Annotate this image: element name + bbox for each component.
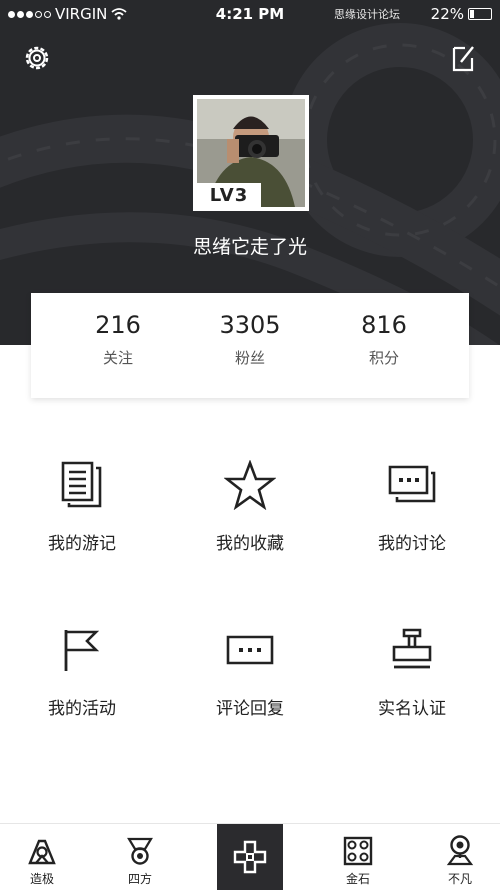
- stat-points[interactable]: 816 积分: [324, 311, 444, 368]
- menu-my-discussions[interactable]: 我的讨论: [332, 455, 492, 554]
- tab-bufan[interactable]: 不凡: [410, 824, 500, 890]
- stat-label: 粉丝: [234, 349, 265, 367]
- badge-icon: [127, 837, 153, 865]
- stat-followers[interactable]: 3305 粉丝: [190, 311, 310, 368]
- tab-label: 不凡: [447, 872, 472, 886]
- tab-jinshi[interactable]: 金石: [308, 824, 408, 890]
- watermark-text: 思缘设计论坛: [334, 8, 400, 21]
- stats-card: 216 关注 3305 粉丝 816 积分: [31, 293, 469, 398]
- stat-value: 3305: [219, 311, 281, 339]
- cross-icon: [233, 840, 267, 874]
- menu-label: 我的游记: [48, 534, 116, 554]
- menu-label: 我的讨论: [378, 534, 446, 554]
- tab-label: 造极: [29, 872, 54, 886]
- level-badge: LV3: [197, 183, 261, 207]
- chat-icon: [388, 465, 436, 503]
- menu-label: 我的活动: [48, 699, 116, 719]
- tab-sifang[interactable]: 四方: [90, 824, 190, 890]
- tab-label: 金石: [345, 872, 370, 886]
- menu-label: 评论回复: [216, 699, 284, 719]
- stat-following[interactable]: 216 关注: [58, 311, 178, 368]
- document-icon: [61, 461, 102, 508]
- avatar[interactable]: LV3: [193, 95, 309, 211]
- menu-my-activities[interactable]: 我的活动: [2, 620, 162, 719]
- username: 思绪它走了光: [192, 236, 307, 258]
- tab-zaoji[interactable]: 造极: [0, 824, 92, 890]
- status-time: 4:21 PM: [215, 5, 285, 23]
- pin-icon: [446, 835, 474, 866]
- star-icon: [224, 460, 276, 510]
- menu-label: 我的收藏: [216, 534, 284, 554]
- stat-value: 216: [95, 311, 141, 339]
- flag-icon: [64, 630, 100, 671]
- tab-label: 四方: [127, 872, 152, 886]
- edit-icon[interactable]: [451, 43, 477, 73]
- comment-icon: [226, 635, 274, 665]
- battery-icon: [468, 8, 492, 20]
- stat-value: 816: [361, 311, 407, 339]
- grid-icon: [343, 836, 373, 866]
- menu-my-travelogues[interactable]: 我的游记: [2, 455, 162, 554]
- settings-gear-icon[interactable]: [22, 43, 52, 73]
- peak-icon: [28, 839, 56, 865]
- status-bar: VIRGIN 4:21 PM 思缘设计论坛 22%: [0, 0, 500, 28]
- menu-comment-replies[interactable]: 评论回复: [170, 620, 330, 719]
- menu-my-favorites[interactable]: 我的收藏: [170, 455, 330, 554]
- menu-real-name-verification[interactable]: 实名认证: [332, 620, 492, 719]
- stamp-icon: [392, 628, 432, 669]
- stat-label: 积分: [368, 349, 399, 367]
- bottom-tab-bar: 造极 四方 金石 不凡: [0, 823, 500, 890]
- menu-label: 实名认证: [378, 699, 446, 719]
- tab-center-action[interactable]: [217, 824, 283, 890]
- stat-label: 关注: [102, 349, 133, 367]
- battery-percent: 22%: [430, 5, 464, 23]
